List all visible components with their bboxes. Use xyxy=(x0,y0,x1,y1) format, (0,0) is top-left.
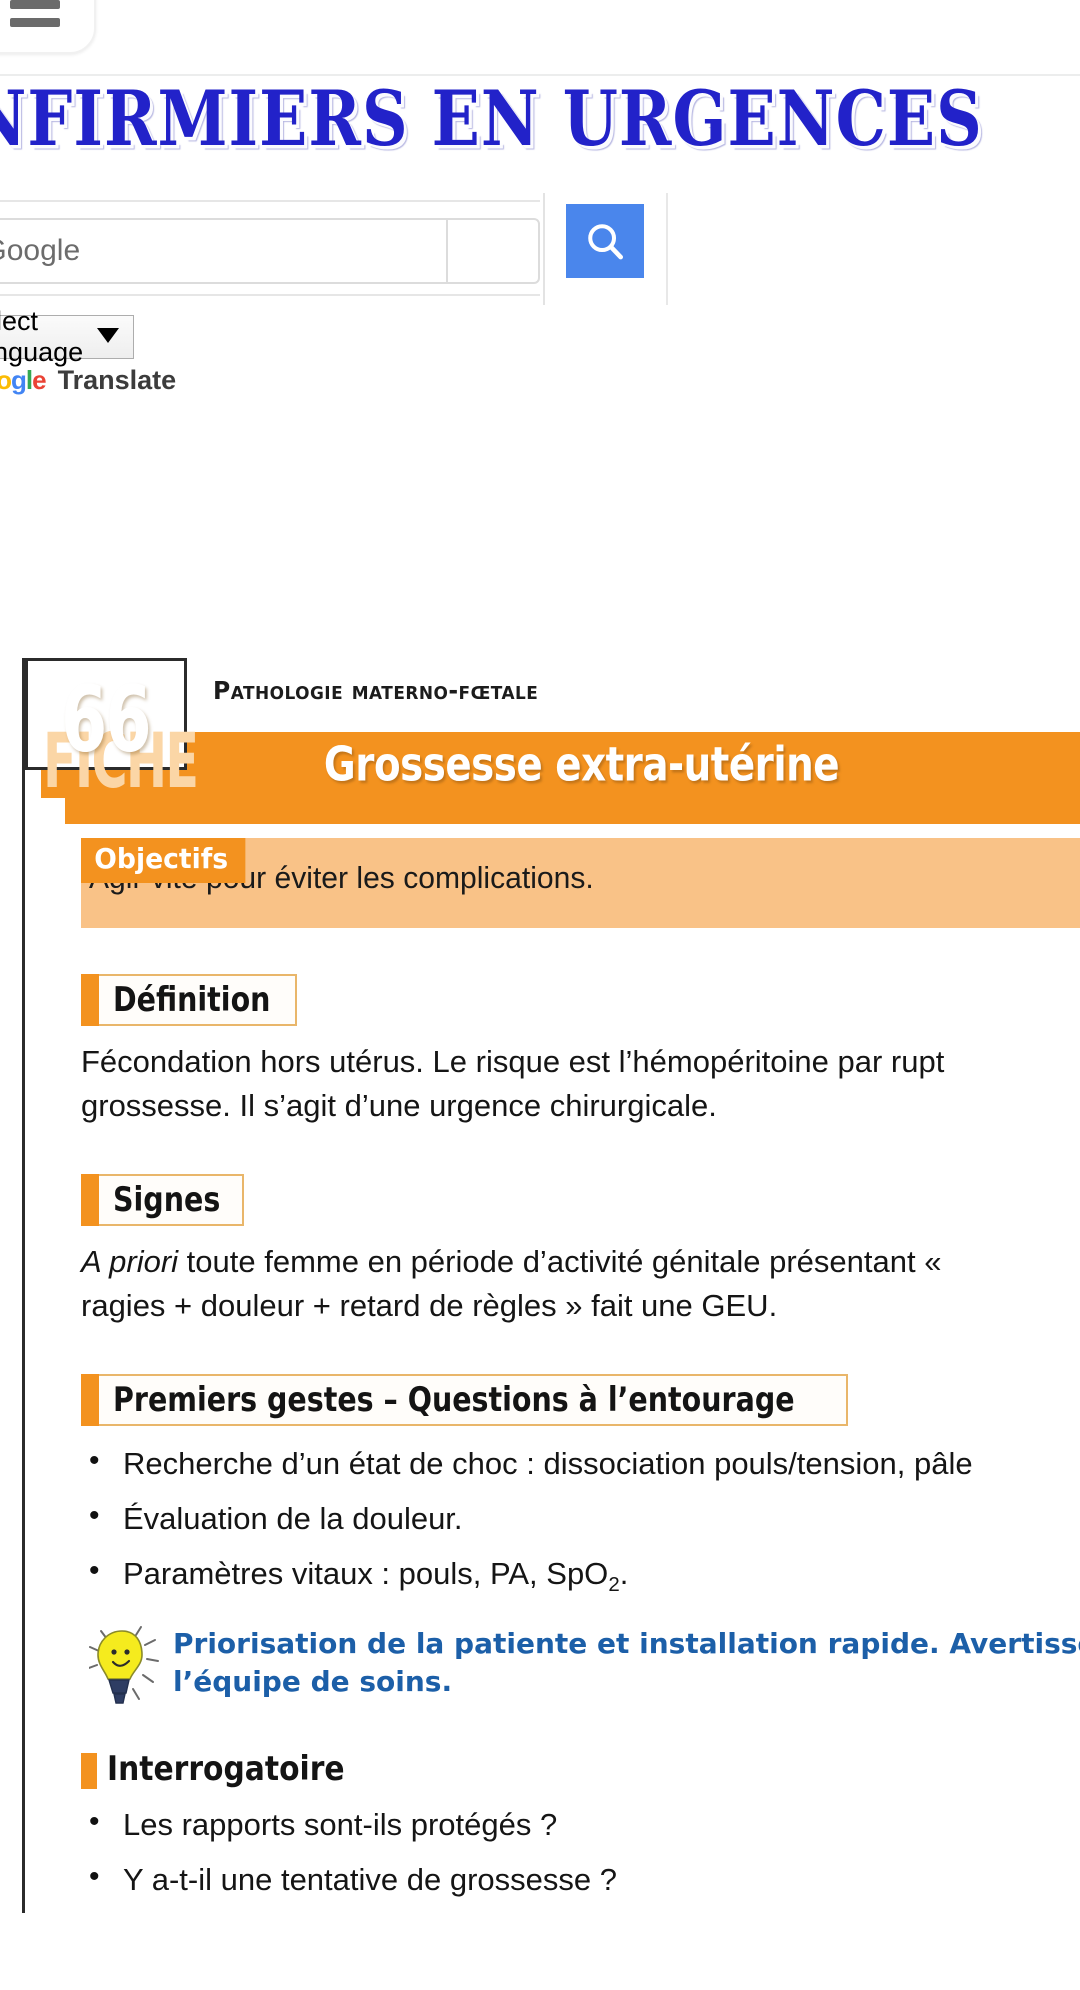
browser-top-chrome xyxy=(0,0,1080,76)
premiers-gestes-list: Recherche d’un état de choc : dissociati… xyxy=(81,1440,1080,1599)
list-item-text: Les rapports sont-ils protégés ? xyxy=(123,1807,558,1843)
list-item-text: Paramètres vitaux : pouls, PA, SpO xyxy=(123,1556,609,1592)
language-select[interactable]: Select Language xyxy=(0,306,134,367)
google-logo: Google xyxy=(0,365,47,395)
search-input[interactable] xyxy=(0,220,446,282)
hamburger-menu-icon-line-2 xyxy=(10,18,60,27)
definition-line-2: grossesse. Il s’agit d’une urgence chiru… xyxy=(81,1088,717,1124)
tip-callout: Priorisation de la patiente et installat… xyxy=(81,1625,1080,1711)
vertical-separator-1 xyxy=(543,193,545,305)
list-item-text: Recherche d’un état de choc : dissociati… xyxy=(123,1446,973,1482)
signes-line-1: toute femme en période d’activité génita… xyxy=(178,1244,942,1280)
interrogatoire-list: Les rapports sont-ils protégés ? Y a-t-i… xyxy=(81,1801,1080,1902)
subsection-heading-label: Interrogatoire xyxy=(107,1749,345,1790)
list-item: Évaluation de la douleur. xyxy=(81,1495,1080,1541)
search-area xyxy=(0,186,1080,311)
list-item: Y a-t-il une tentative de grossesse ? xyxy=(81,1856,1080,1902)
search-icon xyxy=(588,224,624,260)
list-item-suffix: . xyxy=(619,1556,629,1592)
powered-by-google-translate: Google Translate xyxy=(0,365,176,396)
search-container xyxy=(0,200,540,296)
vertical-separator-2 xyxy=(666,193,668,305)
signes-line-2: ragies + douleur + retard de règles » fa… xyxy=(81,1288,778,1324)
page-title: Grossesse extra-utérine xyxy=(323,738,840,793)
list-item-text: Y a-t-il une tentative de grossesse ? xyxy=(123,1862,617,1898)
google-translate-widget: Select Language Google Translate xyxy=(0,306,400,405)
section-heading-signes: Signes xyxy=(81,1174,244,1227)
definition-paragraph: Fécondation hors utérus. Le risque est l… xyxy=(81,1040,1080,1128)
page-title-band: Grossesse extra-utérine xyxy=(65,732,1080,824)
page-kicker: Pathologie materno-fœtale xyxy=(213,676,539,705)
spo2-subscript: 2 xyxy=(608,1573,620,1597)
search-divider xyxy=(446,220,448,282)
section-heading-definition-label: Définition xyxy=(113,980,271,1021)
list-item: Les rapports sont-ils protégés ? xyxy=(81,1801,1080,1847)
tip-text: Priorisation de la patiente et installat… xyxy=(173,1627,1080,1699)
signes-paragraph: A priori toute femme en période d’activi… xyxy=(81,1240,1080,1328)
objectifs-tag: Objectifs xyxy=(81,838,246,883)
search-box[interactable] xyxy=(0,218,540,284)
section-heading-premiers-gestes-label: Premiers gestes – Questions à l’entourag… xyxy=(113,1380,795,1421)
definition-line-1: Fécondation hors utérus. Le risque est l… xyxy=(81,1044,945,1079)
section-heading-signes-label: Signes xyxy=(113,1180,221,1221)
list-item: Paramètres vitaux : pouls, PA, SpO2. xyxy=(81,1550,1080,1599)
chevron-down-icon xyxy=(97,328,119,343)
search-submit-button[interactable] xyxy=(566,204,644,278)
site-title: INFIRMIERS EN URGENCES xyxy=(0,76,983,164)
section-heading-definition: Définition xyxy=(81,974,297,1026)
section-heading-premiers-gestes: Premiers gestes – Questions à l’entourag… xyxy=(81,1374,849,1427)
signes-italic-lead: A priori xyxy=(81,1244,179,1280)
hamburger-menu-icon xyxy=(10,0,60,9)
list-item-text: Évaluation de la douleur. xyxy=(123,1501,463,1537)
document-page: FICHE 66 Pathologie materno-fœtale Gross… xyxy=(22,658,1080,1914)
list-item: Recherche d’un état de choc : dissociati… xyxy=(81,1440,1080,1486)
fiche-number: 66 xyxy=(61,666,152,773)
translate-label: Translate xyxy=(57,365,177,395)
objectifs-block: Objectifs Agir vite pour éviter les comp… xyxy=(25,838,1080,928)
site-banner: INFIRMIERS EN URGENCES xyxy=(0,76,1080,176)
lightbulb-icon xyxy=(89,1626,159,1705)
fiche-header: FICHE 66 Pathologie materno-fœtale Gross… xyxy=(25,658,1080,824)
hamburger-menu-button[interactable] xyxy=(0,0,96,54)
subsection-heading-interrogatoire: Interrogatoire xyxy=(81,1749,1080,1790)
